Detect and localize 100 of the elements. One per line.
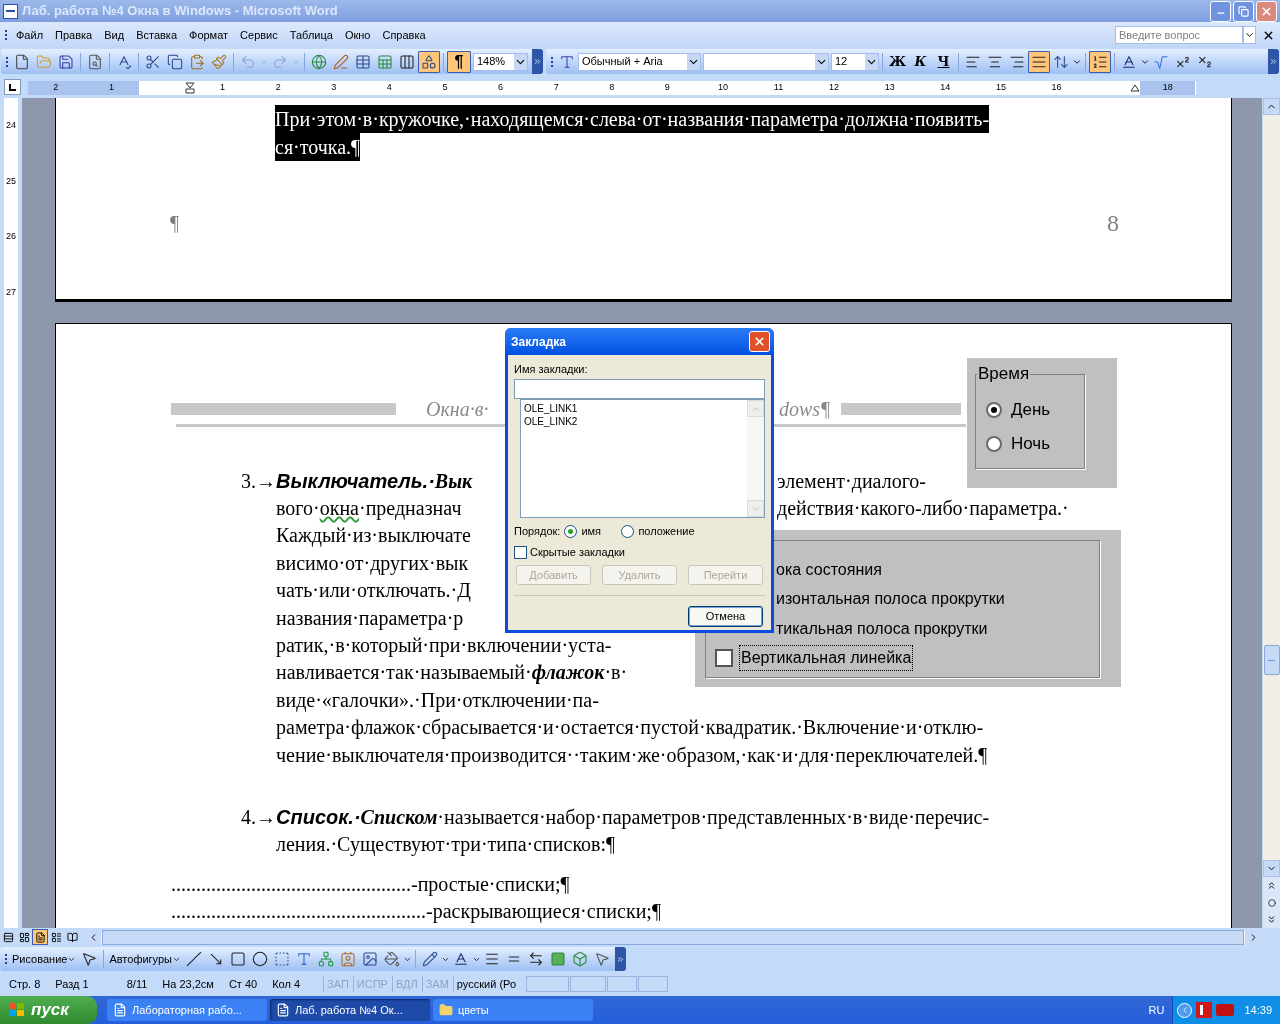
cancel-button[interactable]: Отмена <box>688 606 763 627</box>
ruler-number: 2 <box>275 81 281 95</box>
text-line: виде·«галочки».·При·отключении·па- <box>276 688 599 711</box>
view-button[interactable] <box>32 929 48 945</box>
line-color-icon <box>422 951 438 967</box>
cut-icon <box>145 53 161 70</box>
style-dropdown[interactable]: Обычный + Aria <box>578 52 701 71</box>
show-hidden-icons-button[interactable] <box>1177 1002 1193 1018</box>
checkbox[interactable] <box>514 545 527 559</box>
tables-and-borders-icon <box>333 53 349 70</box>
columns-icon <box>399 53 415 70</box>
line-icon <box>186 951 202 967</box>
ruler-number: 4 <box>386 81 392 95</box>
bookmark-name-field[interactable] <box>514 379 765 399</box>
close-icon <box>753 335 766 348</box>
align-justify-button[interactable] <box>1028 50 1050 73</box>
previous-page-button[interactable] <box>1263 877 1280 894</box>
text-line: Выключатель.·Вык <box>276 469 473 492</box>
redo-icon <box>272 53 288 70</box>
menu-item[interactable]: Правка <box>49 26 99 44</box>
insert-spreadsheet-icon <box>377 53 393 70</box>
clock: 14:39 <box>1244 1002 1272 1018</box>
bookmark-list[interactable]: OLE_LINK1 OLE_LINK2 <box>520 399 765 518</box>
open-icon <box>36 53 52 70</box>
paragraph-mark: ¶ <box>170 211 180 236</box>
folder-icon <box>439 1003 453 1017</box>
menu-item[interactable]: Вставка <box>130 26 183 44</box>
format-painter-icon <box>211 53 227 70</box>
insert-table-icon <box>355 53 371 70</box>
ruler-number: 1 <box>108 81 114 95</box>
help-search-field[interactable]: Введите вопрос <box>1115 26 1243 44</box>
close-button[interactable] <box>1256 0 1277 22</box>
field-label: Имя закладки: <box>514 363 589 376</box>
text-line: Список.·Списком·называется·набор·параметров·представленных·в·виде·перечис- <box>276 806 990 828</box>
radio-button[interactable] <box>564 524 578 538</box>
ruler-number: 18 <box>1162 81 1173 95</box>
view-icon <box>34 931 46 943</box>
radio-label: Ночь <box>1011 433 1051 456</box>
double-up-arrow-icon <box>1266 880 1277 891</box>
equation-icon <box>1153 53 1169 70</box>
ruler-number: 10 <box>717 81 728 95</box>
menu-item[interactable]: Сервис <box>234 26 284 44</box>
checkbox-label: ока состояния <box>776 559 882 580</box>
restore-button[interactable] <box>1233 0 1254 22</box>
fill-color-icon <box>384 951 400 967</box>
close-button[interactable] <box>749 331 770 352</box>
toolbar-overflow-button[interactable] <box>532 49 543 74</box>
taskbar-task[interactable]: Лабораторная рабо... <box>107 999 267 1021</box>
list-item[interactable]: OLE_LINK1 <box>524 402 747 415</box>
language-indicator[interactable]: RU <box>1148 1001 1165 1019</box>
drawing-icon <box>421 53 437 70</box>
text-style-button[interactable]: Ж <box>886 50 909 73</box>
checkbox-label: изонтальная полоса прокрутки <box>776 589 1005 610</box>
dialog-title: Закладка <box>511 333 567 351</box>
status-field: На 23,2см <box>155 975 221 993</box>
line-spacing-icon <box>1053 53 1069 70</box>
menu-item[interactable]: Справка <box>376 26 432 44</box>
ruler-number: 16 <box>1051 81 1062 95</box>
draw-menu-button[interactable]: Рисование <box>10 950 79 968</box>
line-style-icon <box>484 951 500 967</box>
autoshapes-menu-button[interactable]: Автофигуры <box>107 950 183 968</box>
drawing-button[interactable] <box>418 50 440 73</box>
numbering-button[interactable] <box>1089 50 1111 73</box>
text-style-button[interactable]: Ч <box>932 50 955 73</box>
show-formatting-button[interactable]: ¶ <box>447 50 471 73</box>
tab-leader: ................................................... <box>171 900 426 923</box>
menu-item[interactable]: Таблица <box>283 26 339 44</box>
zoom-dropdown[interactable]: 148% <box>473 52 528 71</box>
chevrons-icon <box>1269 57 1278 66</box>
menu-item[interactable]: Вид <box>98 26 131 44</box>
status-field: Разд 1 <box>48 975 96 993</box>
radio-button[interactable] <box>621 524 635 538</box>
save-icon <box>58 53 74 70</box>
font-color-icon <box>453 951 469 967</box>
tab-selector[interactable] <box>4 79 21 95</box>
tab-leader: ................................................ <box>171 872 411 895</box>
text-style-button[interactable]: К <box>909 50 932 73</box>
page-number: 8 <box>1107 209 1119 238</box>
taskbar-task[interactable]: Лаб. работа №4 Ок... <box>270 999 430 1021</box>
scroll-thumb[interactable] <box>1263 645 1280 675</box>
next-page-button[interactable] <box>1263 911 1280 928</box>
list-item[interactable]: OLE_LINK2 <box>524 415 747 428</box>
view-icon <box>50 931 62 943</box>
start-button[interactable]: пуск <box>0 996 97 1024</box>
numbering-icon <box>1092 53 1108 70</box>
arrow-style-icon <box>528 951 544 967</box>
font-size-dropdown[interactable]: 12 <box>831 52 879 71</box>
taskbar-task[interactable]: цветы <box>433 999 593 1021</box>
toolbar-overflow-button[interactable] <box>615 947 626 971</box>
new-document-icon <box>14 53 30 70</box>
radio-label: имя <box>581 523 602 539</box>
menu-item[interactable]: Файл <box>10 26 50 44</box>
window-title: Лаб. работа №4 Окна в Windows - Microsoft Word <box>22 2 338 21</box>
menu-item[interactable]: Окно <box>338 26 377 44</box>
toolbar-overflow-button[interactable] <box>1268 49 1279 74</box>
view-icon <box>18 931 30 943</box>
minimize-button[interactable] <box>1210 0 1231 22</box>
menu-item[interactable]: Формат <box>183 26 235 44</box>
indent-marker-icon <box>1129 84 1140 92</box>
text-line: ратик,·в·который·при·включении·уста- <box>276 634 612 657</box>
